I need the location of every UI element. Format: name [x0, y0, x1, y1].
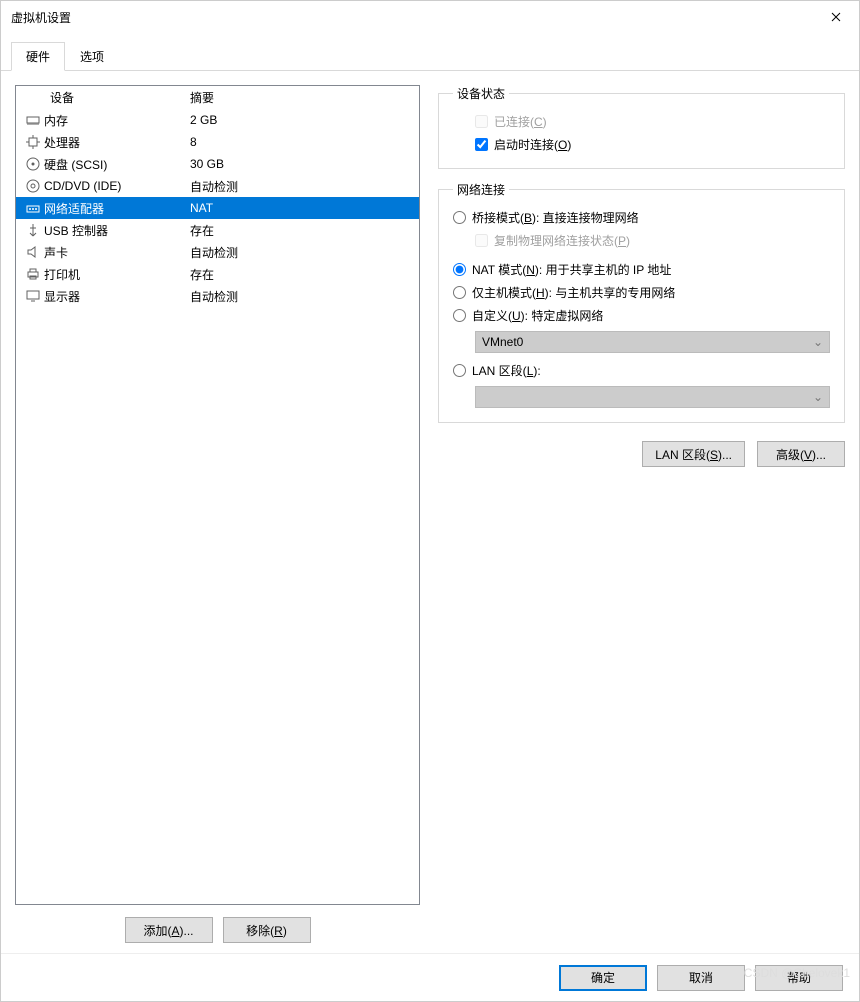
list-header: 设备 摘要	[16, 86, 419, 109]
device-label: 打印机	[44, 266, 190, 283]
nat-radio[interactable]	[453, 263, 466, 276]
close-button[interactable]	[813, 1, 859, 33]
device-label: 处理器	[44, 134, 190, 151]
device-summary: 自动检测	[190, 288, 413, 305]
device-summary: NAT	[190, 201, 413, 215]
header-summary: 摘要	[190, 89, 413, 106]
bridged-row[interactable]: 桥接模式(B): 直接连接物理网络	[453, 206, 830, 229]
device-row-2[interactable]: 硬盘 (SCSI)30 GB	[16, 153, 419, 175]
chevron-down-icon: ⌄	[813, 335, 823, 349]
device-status-group: 设备状态 已连接(C) 启动时连接(O)	[438, 85, 845, 169]
device-label: 硬盘 (SCSI)	[44, 156, 190, 173]
device-summary: 30 GB	[190, 157, 413, 171]
titlebar: 虚拟机设置	[1, 1, 859, 33]
lanseg-dropdown: ⌄	[475, 386, 830, 408]
device-summary: 存在	[190, 222, 413, 239]
printer-icon	[22, 266, 44, 282]
replicate-label: 复制物理网络连接状态(P)	[494, 232, 630, 249]
connected-checkbox	[475, 115, 488, 128]
cpu-icon	[22, 134, 44, 150]
add-button[interactable]: 添加(A)...	[125, 917, 213, 943]
connected-label: 已连接(C)	[494, 113, 547, 130]
lanseg-row[interactable]: LAN 区段(L):	[453, 359, 830, 382]
connect-poweron-label: 启动时连接(O)	[494, 136, 571, 153]
custom-label: 自定义(U): 特定虚拟网络	[472, 307, 603, 324]
device-label: 网络适配器	[44, 200, 190, 217]
connected-row: 已连接(C)	[453, 110, 830, 133]
device-summary: 自动检测	[190, 244, 413, 261]
header-device: 设备	[22, 89, 190, 106]
device-row-4[interactable]: 网络适配器NAT	[16, 197, 419, 219]
display-icon	[22, 288, 44, 304]
device-label: 内存	[44, 112, 190, 129]
device-label: 声卡	[44, 244, 190, 261]
device-row-3[interactable]: CD/DVD (IDE)自动检测	[16, 175, 419, 197]
hostonly-radio[interactable]	[453, 286, 466, 299]
close-icon	[831, 12, 841, 22]
chevron-down-icon: ⌄	[813, 390, 823, 404]
device-list[interactable]: 设备 摘要 内存2 GB处理器8硬盘 (SCSI)30 GBCD/DVD (ID…	[15, 85, 420, 905]
network-connection-group: 网络连接 桥接模式(B): 直接连接物理网络 复制物理网络连接状态(P) NAT…	[438, 181, 845, 423]
device-label: 显示器	[44, 288, 190, 305]
custom-vmnet-value: VMnet0	[482, 335, 523, 349]
usb-icon	[22, 222, 44, 238]
replicate-checkbox	[475, 234, 488, 247]
connect-poweron-row[interactable]: 启动时连接(O)	[453, 133, 830, 156]
device-summary: 自动检测	[190, 178, 413, 195]
advanced-button[interactable]: 高级(V)...	[757, 441, 845, 467]
device-row-5[interactable]: USB 控制器存在	[16, 219, 419, 241]
right-panel: 设备状态 已连接(C) 启动时连接(O) 网络连接 桥接模式(B): 直接连接物…	[438, 85, 845, 943]
vm-settings-dialog: 虚拟机设置 硬件 选项 设备 摘要 内存2 GB处理器8硬盘 (SCSI)30 …	[0, 0, 860, 1002]
dialog-footer: 确定 取消 帮助	[1, 953, 859, 1001]
replicate-row: 复制物理网络连接状态(P)	[453, 229, 830, 252]
memory-icon	[22, 112, 44, 128]
tab-options[interactable]: 选项	[65, 42, 119, 71]
custom-row[interactable]: 自定义(U): 特定虚拟网络	[453, 304, 830, 327]
right-buttons: LAN 区段(S)... 高级(V)...	[438, 435, 845, 467]
sound-icon	[22, 244, 44, 260]
bridged-label: 桥接模式(B): 直接连接物理网络	[472, 209, 639, 226]
hostonly-label: 仅主机模式(H): 与主机共享的专用网络	[472, 284, 675, 301]
lanseg-radio[interactable]	[453, 364, 466, 377]
device-row-0[interactable]: 内存2 GB	[16, 109, 419, 131]
device-summary: 存在	[190, 266, 413, 283]
status-legend: 设备状态	[453, 85, 509, 102]
network-icon	[22, 200, 44, 216]
network-legend: 网络连接	[453, 181, 509, 198]
help-button[interactable]: 帮助	[755, 965, 843, 991]
device-row-1[interactable]: 处理器8	[16, 131, 419, 153]
device-label: USB 控制器	[44, 222, 190, 239]
hostonly-row[interactable]: 仅主机模式(H): 与主机共享的专用网络	[453, 281, 830, 304]
lanseg-label: LAN 区段(L):	[472, 362, 541, 379]
lan-segments-button[interactable]: LAN 区段(S)...	[642, 441, 745, 467]
custom-vmnet-dropdown: VMnet0 ⌄	[475, 331, 830, 353]
remove-button[interactable]: 移除(R)	[223, 917, 311, 943]
nat-row[interactable]: NAT 模式(N): 用于共享主机的 IP 地址	[453, 258, 830, 281]
left-panel: 设备 摘要 内存2 GB处理器8硬盘 (SCSI)30 GBCD/DVD (ID…	[15, 85, 420, 943]
tab-hardware[interactable]: 硬件	[11, 42, 65, 71]
device-row-8[interactable]: 显示器自动检测	[16, 285, 419, 307]
device-row-7[interactable]: 打印机存在	[16, 263, 419, 285]
device-summary: 2 GB	[190, 113, 413, 127]
device-label: CD/DVD (IDE)	[44, 179, 190, 193]
device-summary: 8	[190, 135, 413, 149]
cancel-button[interactable]: 取消	[657, 965, 745, 991]
nat-label: NAT 模式(N): 用于共享主机的 IP 地址	[472, 261, 671, 278]
cd-icon	[22, 178, 44, 194]
custom-radio[interactable]	[453, 309, 466, 322]
device-row-6[interactable]: 声卡自动检测	[16, 241, 419, 263]
connect-poweron-checkbox[interactable]	[475, 138, 488, 151]
content-area: 设备 摘要 内存2 GB处理器8硬盘 (SCSI)30 GBCD/DVD (ID…	[1, 71, 859, 953]
window-title: 虚拟机设置	[11, 9, 813, 26]
disk-icon	[22, 156, 44, 172]
tab-bar: 硬件 选项	[1, 33, 859, 71]
ok-button[interactable]: 确定	[559, 965, 647, 991]
left-buttons: 添加(A)... 移除(R)	[15, 905, 420, 943]
bridged-radio[interactable]	[453, 211, 466, 224]
